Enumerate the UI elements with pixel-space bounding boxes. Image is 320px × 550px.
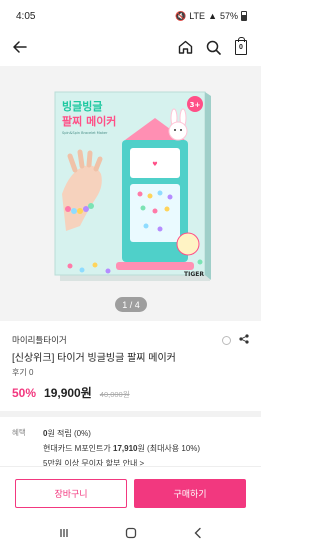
price-row: 50% 19,900원 40,000원 bbox=[12, 384, 130, 401]
brand-row-icons bbox=[222, 331, 249, 349]
battery-icon bbox=[241, 11, 247, 21]
network-indicator: LTE bbox=[189, 11, 206, 21]
box-title-line2: 팔찌 메이커 bbox=[62, 114, 116, 128]
cart-button[interactable]: 0 bbox=[233, 36, 249, 55]
sale-price: 19,900원 bbox=[44, 386, 92, 400]
search-icon[interactable] bbox=[205, 39, 221, 55]
benefit-list: 0원 적립 (0%) 현대카드 M포인트가 17,910원 (최대사용 10%)… bbox=[43, 426, 253, 471]
buy-now-button[interactable]: 구매하기 bbox=[134, 479, 246, 508]
box-title-line1: 빙글빙글 bbox=[62, 99, 102, 113]
status-time: 4:05 bbox=[16, 10, 36, 22]
home-icon[interactable] bbox=[177, 39, 193, 55]
points-text: 원 적립 (0%) bbox=[47, 429, 91, 438]
svg-text:♥: ♥ bbox=[152, 161, 157, 168]
brand-logo: TIGER bbox=[184, 271, 204, 278]
card-text-pre: 현대카드 M포인트가 bbox=[43, 444, 113, 453]
status-bar: 4:05 🔇 LTE ▲ 57% bbox=[0, 0, 261, 32]
signal-icon: ▲ bbox=[208, 11, 217, 21]
cart-count: 0 bbox=[239, 43, 243, 51]
brand-row: 마이리틀타이거 bbox=[12, 331, 249, 349]
app-header: 0 bbox=[0, 32, 261, 62]
section-divider bbox=[0, 411, 261, 417]
system-nav-bar bbox=[0, 520, 261, 550]
product-box-image: 빙글빙글 팔찌 메이커 Spin&Spin Bracelet Maker 3+ … bbox=[54, 91, 211, 281]
back-arrow-icon[interactable] bbox=[12, 39, 28, 55]
benefit-card: 현대카드 M포인트가 17,910원 (최대사용 10%) bbox=[43, 441, 253, 456]
brand-name[interactable]: 마이리틀타이거 bbox=[12, 334, 67, 346]
product-image-gallery[interactable]: 빙글빙글 팔찌 메이커 Spin&Spin Bracelet Maker 3+ … bbox=[0, 66, 261, 321]
discount-rate: 50% bbox=[12, 386, 37, 400]
box-subtitle: Spin&Spin Bracelet Maker bbox=[62, 131, 108, 135]
age-badge-text: 3+ bbox=[190, 101, 201, 109]
status-icons: 🔇 LTE ▲ 57% bbox=[175, 11, 247, 22]
card-points: 17,910 bbox=[113, 444, 138, 453]
battery-percent: 57% bbox=[219, 11, 238, 21]
purchase-bar: 장바구니 구매하기 bbox=[0, 466, 261, 520]
like-toggle-icon[interactable] bbox=[222, 335, 231, 345]
header-actions: 0 bbox=[177, 36, 249, 55]
page-indicator: 1 / 4 bbox=[115, 297, 147, 312]
card-text-post: 원 (최대사용 10%) bbox=[137, 444, 201, 453]
home-nav-icon[interactable] bbox=[125, 526, 137, 544]
add-to-cart-button[interactable]: 장바구니 bbox=[15, 479, 127, 508]
review-count[interactable]: 후기 0 bbox=[12, 367, 33, 378]
recents-icon[interactable] bbox=[58, 526, 70, 544]
share-icon[interactable] bbox=[239, 331, 249, 349]
original-price: 40,000원 bbox=[99, 390, 130, 399]
back-nav-icon[interactable] bbox=[192, 526, 204, 544]
mute-icon: 🔇 bbox=[175, 10, 187, 21]
product-title: [신상위크] 타이거 빙글빙글 팔찌 메이커 bbox=[12, 353, 176, 364]
cart-icon: 0 bbox=[235, 36, 247, 55]
benefit-points: 0원 적립 (0%) bbox=[43, 426, 253, 441]
benefit-label: 혜택 bbox=[12, 428, 26, 437]
